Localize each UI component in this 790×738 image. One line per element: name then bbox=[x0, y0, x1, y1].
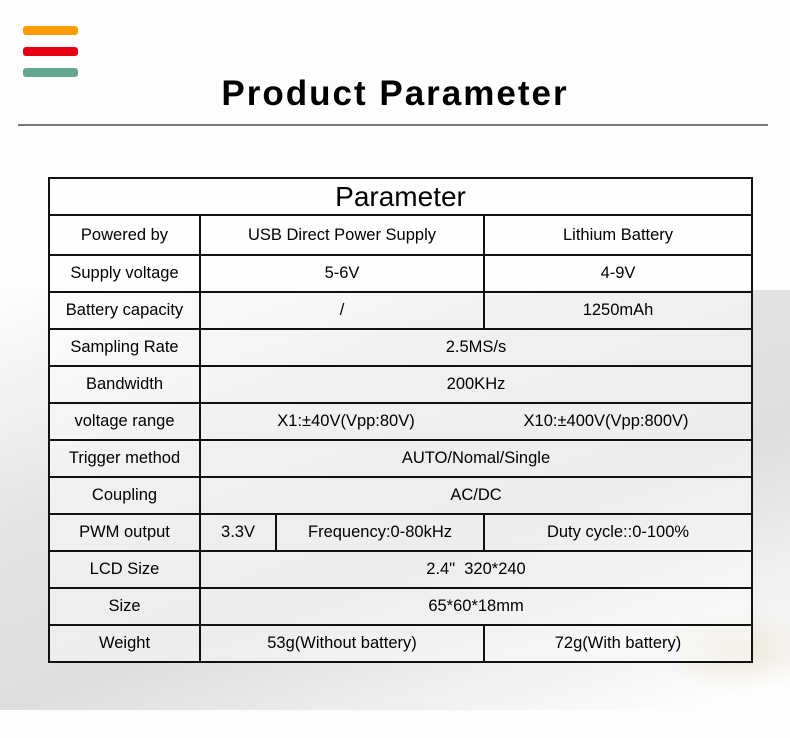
table-row: Size 65*60*18mm bbox=[48, 587, 754, 626]
row-label: Weight bbox=[48, 624, 201, 663]
row-label: LCD Size bbox=[48, 550, 201, 589]
table-row: Coupling AC/DC bbox=[48, 476, 754, 515]
table-row: Powered by USB Direct Power Supply Lithi… bbox=[48, 214, 754, 256]
table-title-row: Parameter bbox=[47, 177, 754, 216]
row-label: Powered by bbox=[48, 214, 201, 256]
row-label: Bandwidth bbox=[48, 365, 201, 404]
cell-value: 65*60*18mm bbox=[198, 587, 754, 626]
cell-value: 200KHz bbox=[198, 365, 754, 404]
cell-value: Duty cycle::0-100% bbox=[482, 513, 754, 552]
cell-value: Lithium Battery bbox=[482, 214, 754, 256]
row-label: Sampling Rate bbox=[48, 328, 201, 367]
table-row: LCD Size 2.4" 320*240 bbox=[48, 550, 754, 589]
cell-value: Frequency:0-80kHz bbox=[275, 513, 485, 552]
cell-value: 1250mAh bbox=[482, 291, 754, 330]
cell-value: 3.3V bbox=[199, 513, 277, 552]
row-label: Coupling bbox=[48, 476, 201, 515]
cell-value: 5-6V bbox=[199, 254, 485, 293]
row-label: Size bbox=[48, 587, 201, 626]
cell-value: 72g(With battery) bbox=[482, 624, 754, 663]
cell-value: 2.5MS/s bbox=[198, 328, 754, 367]
cell-value: / bbox=[199, 291, 485, 330]
row-label: voltage range bbox=[48, 402, 201, 441]
table-row: Sampling Rate 2.5MS/s bbox=[48, 328, 754, 367]
cell-value: AC/DC bbox=[198, 476, 754, 515]
table-row: Trigger method AUTO/Nomal/Single bbox=[48, 439, 754, 478]
table-title: Parameter bbox=[47, 177, 754, 216]
table-row: Bandwidth 200KHz bbox=[48, 365, 754, 404]
cell-value: X1:±40V(Vpp:80V) X10:±400V(Vpp:800V) bbox=[198, 402, 754, 441]
voltage-range-x10: X10:±400V(Vpp:800V) bbox=[523, 412, 689, 430]
red-stripe-decoration bbox=[23, 47, 78, 56]
row-label: Battery capacity bbox=[48, 291, 201, 330]
row-label: Trigger method bbox=[48, 439, 201, 478]
cell-value: AUTO/Nomal/Single bbox=[198, 439, 754, 478]
cell-value: 4-9V bbox=[482, 254, 754, 293]
table-row: Weight 53g(Without battery) 72g(With bat… bbox=[48, 624, 754, 663]
row-label: Supply voltage bbox=[48, 254, 201, 293]
table-row: Supply voltage 5-6V 4-9V bbox=[48, 254, 754, 293]
cell-value: 53g(Without battery) bbox=[199, 624, 485, 663]
table-row: Battery capacity / 1250mAh bbox=[48, 291, 754, 330]
table-row: PWM output 3.3V Frequency:0-80kHz Duty c… bbox=[48, 513, 754, 552]
orange-stripe-decoration bbox=[23, 26, 78, 35]
title-divider bbox=[18, 124, 768, 126]
cell-value: 2.4" 320*240 bbox=[198, 550, 754, 589]
cell-value: USB Direct Power Supply bbox=[199, 214, 485, 256]
page-title: Product Parameter bbox=[221, 74, 569, 113]
table-row: voltage range X1:±40V(Vpp:80V) X10:±400V(… bbox=[48, 402, 754, 441]
row-label: PWM output bbox=[48, 513, 201, 552]
voltage-range-x1: X1:±40V(Vpp:80V) bbox=[277, 412, 415, 430]
parameter-table: Parameter Powered by USB Direct Power Su… bbox=[47, 177, 754, 663]
